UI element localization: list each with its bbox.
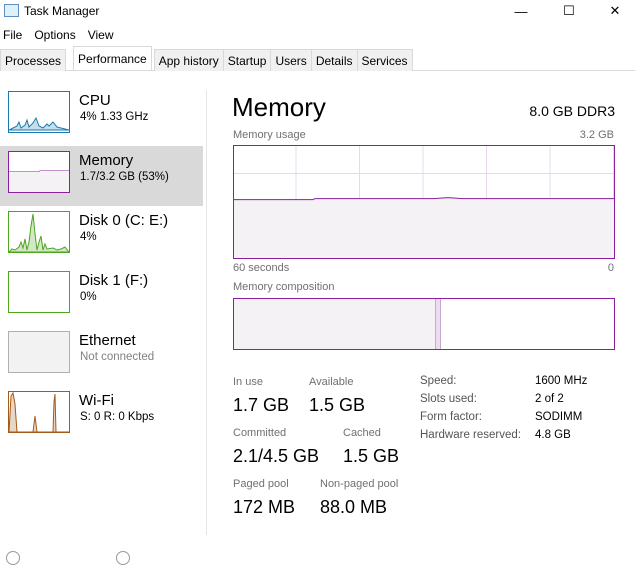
cached-value: 1.5 GB (343, 446, 400, 466)
non-paged-pool-value: 88.0 MB (320, 497, 388, 517)
memory-thumbnail-graph (8, 151, 70, 193)
sidebar-item-sub: 1.7/3.2 GB (53%) (80, 171, 169, 183)
sidebar-item-sub: 0% (80, 291, 97, 303)
tab-processes[interactable]: Processes (0, 49, 67, 71)
usage-max: 3.2 GB (579, 129, 614, 141)
sidebar-item-disk-1-f[interactable]: Disk 1 (F:) 0% (0, 266, 203, 326)
non-paged-pool-label: Non-paged pool (320, 478, 399, 490)
sidebar-item-sub: 4% (80, 231, 97, 243)
maximize-button[interactable]: ☐ (546, 0, 592, 22)
cached-label: Cached (343, 427, 381, 439)
spec-key: Slots used: (420, 393, 477, 405)
tab-bar: Processes Performance App history Startu… (0, 46, 635, 71)
modified-segment (435, 299, 442, 349)
page-title: Memory (232, 92, 326, 122)
spec-key: Speed: (420, 375, 457, 387)
sidebar-item-label: CPU (79, 92, 111, 109)
committed-label: Committed (233, 427, 287, 439)
tab-performance[interactable]: Performance (73, 46, 152, 70)
resource-monitor-icon[interactable] (116, 551, 130, 565)
fewer-details-icon[interactable] (6, 551, 20, 565)
tab-users[interactable]: Users (270, 49, 312, 71)
sidebar-item-label: Disk 1 (F:) (79, 272, 149, 289)
menu-file[interactable]: File (3, 28, 22, 42)
sidebar-item-label: Wi-Fi (79, 392, 114, 409)
tab-app-history[interactable]: App history (153, 49, 224, 71)
sidebar-item-sub: S: 0 R: 0 Kbps (80, 411, 155, 423)
sidebar-item-ethernet[interactable]: Ethernet Not connected (0, 326, 203, 386)
menu-view[interactable]: View (88, 28, 114, 42)
disk-thumbnail-graph (8, 211, 70, 253)
available-value: 1.5 GB (309, 395, 366, 415)
spec-key: Form factor: (420, 411, 482, 423)
sidebar-item-wi-fi[interactable]: Wi-Fi S: 0 R: 0 Kbps (0, 386, 203, 446)
menu-bar: File Options View (3, 28, 114, 42)
sidebar-item-sub: 4% 1.33 GHz (80, 111, 149, 123)
composition-label: Memory composition (233, 281, 335, 293)
ethernet-thumbnail-graph (8, 331, 70, 373)
divider (206, 90, 207, 535)
cpu-thumbnail-graph (8, 91, 70, 133)
sidebar-item-cpu[interactable]: CPU 4% 1.33 GHz (0, 86, 203, 146)
memory-usage-graph (233, 145, 615, 259)
time-right: 0 (607, 262, 614, 274)
sidebar-item-label: Disk 0 (C: E:) (79, 212, 169, 229)
sidebar-item-memory[interactable]: Memory 1.7/3.2 GB (53%) (0, 146, 203, 206)
tab-services[interactable]: Services (356, 49, 413, 71)
app-icon (4, 4, 19, 17)
sidebar-item-label: Memory (79, 152, 134, 169)
available-label: Available (309, 376, 354, 388)
tab-details[interactable]: Details (310, 49, 358, 71)
sidebar-item-label: Ethernet (79, 332, 136, 349)
spec-value: 4.8 GB (535, 429, 571, 441)
sidebar-item-disk-0-c-e[interactable]: Disk 0 (C: E:) 4% (0, 206, 203, 266)
committed-value: 2.1/4.5 GB (233, 446, 320, 466)
in-use-segment (234, 299, 436, 349)
wi-fi-thumbnail-graph (8, 391, 70, 433)
disk-thumbnail-graph (8, 271, 70, 313)
usage-line (233, 197, 615, 259)
menu-options[interactable]: Options (34, 28, 75, 42)
in-use-label: In use (233, 376, 263, 388)
spec-value: 1600 MHz (535, 375, 588, 387)
time-left: 60 seconds (233, 262, 290, 274)
in-use-value: 1.7 GB (233, 395, 290, 415)
usage-label: Memory usage (233, 129, 306, 141)
memory-spec: 8.0 GB DDR3 (529, 103, 615, 119)
window-title: Task Manager (24, 4, 100, 18)
paged-pool-value: 172 MB (233, 497, 296, 517)
close-button[interactable]: ✕ (592, 0, 635, 22)
minimize-button[interactable]: — (498, 0, 544, 22)
spec-value: 2 of 2 (535, 393, 564, 405)
memory-composition-bar (233, 298, 615, 350)
paged-pool-label: Paged pool (233, 478, 289, 490)
spec-value: SODIMM (535, 411, 583, 423)
spec-key: Hardware reserved: (420, 429, 521, 441)
sidebar-item-sub: Not connected (80, 351, 155, 363)
tab-startup[interactable]: Startup (222, 49, 272, 71)
